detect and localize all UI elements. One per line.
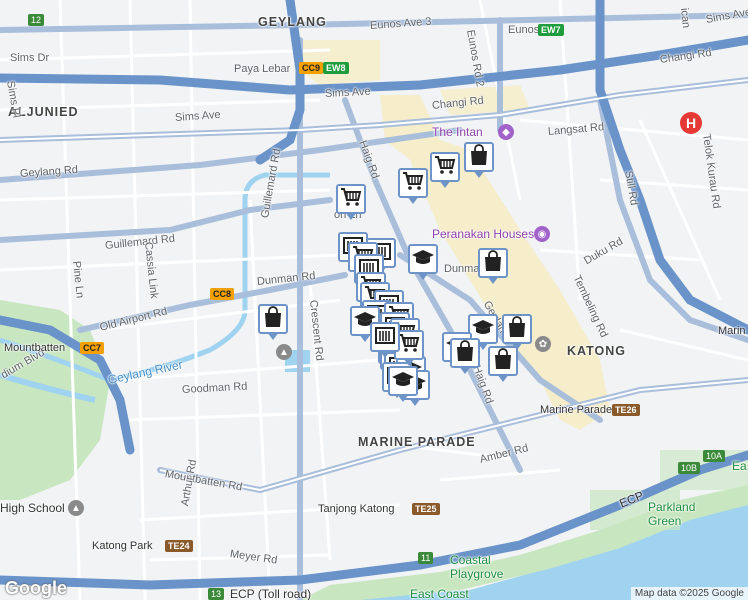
school-cap-icon (411, 248, 435, 271)
road-label-ecp-toll: ECP (Toll road) (230, 587, 312, 600)
grocery-cart-icon (434, 155, 456, 180)
map-marker-bag[interactable] (502, 314, 532, 350)
map-marker-bag[interactable] (464, 142, 494, 178)
route-shield-12: 12 (28, 14, 45, 26)
map-marker-bag[interactable] (488, 346, 518, 382)
map-marker-bag[interactable] (450, 338, 480, 374)
shopping-bag-icon (263, 305, 283, 333)
area-label-ea: Ea (732, 459, 747, 473)
route-shield-10a: 10A (703, 450, 726, 462)
poi-label-peranakan-houses[interactable]: Peranakan Houses (432, 228, 534, 240)
area-label-geylang: GEYLANG (258, 15, 327, 29)
map-marker-cart[interactable] (398, 168, 428, 204)
school-icon[interactable]: ▲ (276, 344, 292, 360)
station-badge-te25[interactable]: TE25 (412, 503, 440, 515)
shopping-bag-icon (483, 249, 503, 277)
park-label-coastal-playgrove[interactable]: Coastal Playgrove (450, 553, 503, 581)
shopping-bag-icon (455, 339, 475, 367)
graduation-icon[interactable]: ▲ (68, 500, 84, 516)
grocery-cart-icon (340, 187, 362, 212)
road-label-sims-ave-top: Sims Ave (324, 85, 371, 100)
shopping-bag-icon (493, 347, 513, 375)
park-label-parkland-green[interactable]: Parkland Green (648, 500, 695, 528)
station-label-mountbatten: Mountbatten (4, 342, 66, 354)
station-label-tanjong-katong: Tanjong Katong (318, 503, 395, 515)
map-marker-cart[interactable] (336, 184, 366, 220)
area-label-marin: Marin (718, 325, 746, 337)
station-badge-te26[interactable]: TE26 (612, 404, 640, 416)
road-label-paya-lebar: Paya Lebar (234, 63, 291, 75)
shopping-bag-icon (507, 315, 527, 343)
station-badge-cc9[interactable]: CC9 (299, 62, 324, 74)
map-marker-cart[interactable] (430, 152, 460, 188)
area-label-marine-parade: MARINE PARADE (358, 435, 476, 449)
route-shield-13: 13 (208, 588, 225, 600)
route-shield-11: 11 (418, 552, 434, 564)
station-badge-cc8[interactable]: CC8 (210, 288, 235, 300)
road-label-eunos: Eunos (508, 24, 540, 36)
department-store-icon (374, 325, 396, 350)
area-label-katong: KATONG (567, 344, 627, 358)
grocery-cart-icon (398, 333, 420, 358)
map-attribution[interactable]: Map data ©2025 Google (630, 587, 748, 600)
temple-icon[interactable]: ✿ (535, 336, 551, 352)
google-logo: Google (5, 578, 67, 598)
grocery-cart-icon (402, 171, 424, 196)
road-label-ican: ican (678, 7, 693, 29)
museum-icon[interactable]: ◆ (498, 124, 514, 140)
map-viewport[interactable]: GEYLANG ALJUNIED KATONG MARINE PARADE Eu… (0, 0, 748, 600)
route-shield-10b: 10B (678, 462, 701, 474)
school-label-high-school[interactable]: High School (0, 502, 65, 514)
station-badge-te24[interactable]: TE24 (165, 540, 193, 552)
map-marker-school[interactable] (388, 366, 418, 402)
school-cap-icon (391, 370, 415, 393)
station-label-marine-parade: Marine Parade (540, 404, 613, 416)
station-label-katong-park: Katong Park (92, 540, 153, 552)
map-marker-store[interactable] (370, 322, 400, 358)
road-label-sims-dr: Sims Dr (10, 52, 50, 64)
poi-label-the-intan[interactable]: The Intan (432, 126, 483, 138)
hospital-icon[interactable]: H (680, 112, 702, 134)
station-badge-ew7[interactable]: EW7 (538, 24, 564, 36)
camera-icon[interactable]: ◉ (534, 226, 550, 242)
shopping-bag-icon (469, 143, 489, 171)
park-label-east-coast[interactable]: East Coast (410, 588, 469, 600)
map-marker-bag[interactable] (478, 248, 508, 284)
map-marker-bag[interactable] (258, 304, 288, 340)
map-marker-school[interactable] (408, 244, 438, 280)
station-badge-ew8[interactable]: EW8 (323, 62, 349, 74)
station-badge-cc7[interactable]: CC7 (80, 342, 105, 354)
